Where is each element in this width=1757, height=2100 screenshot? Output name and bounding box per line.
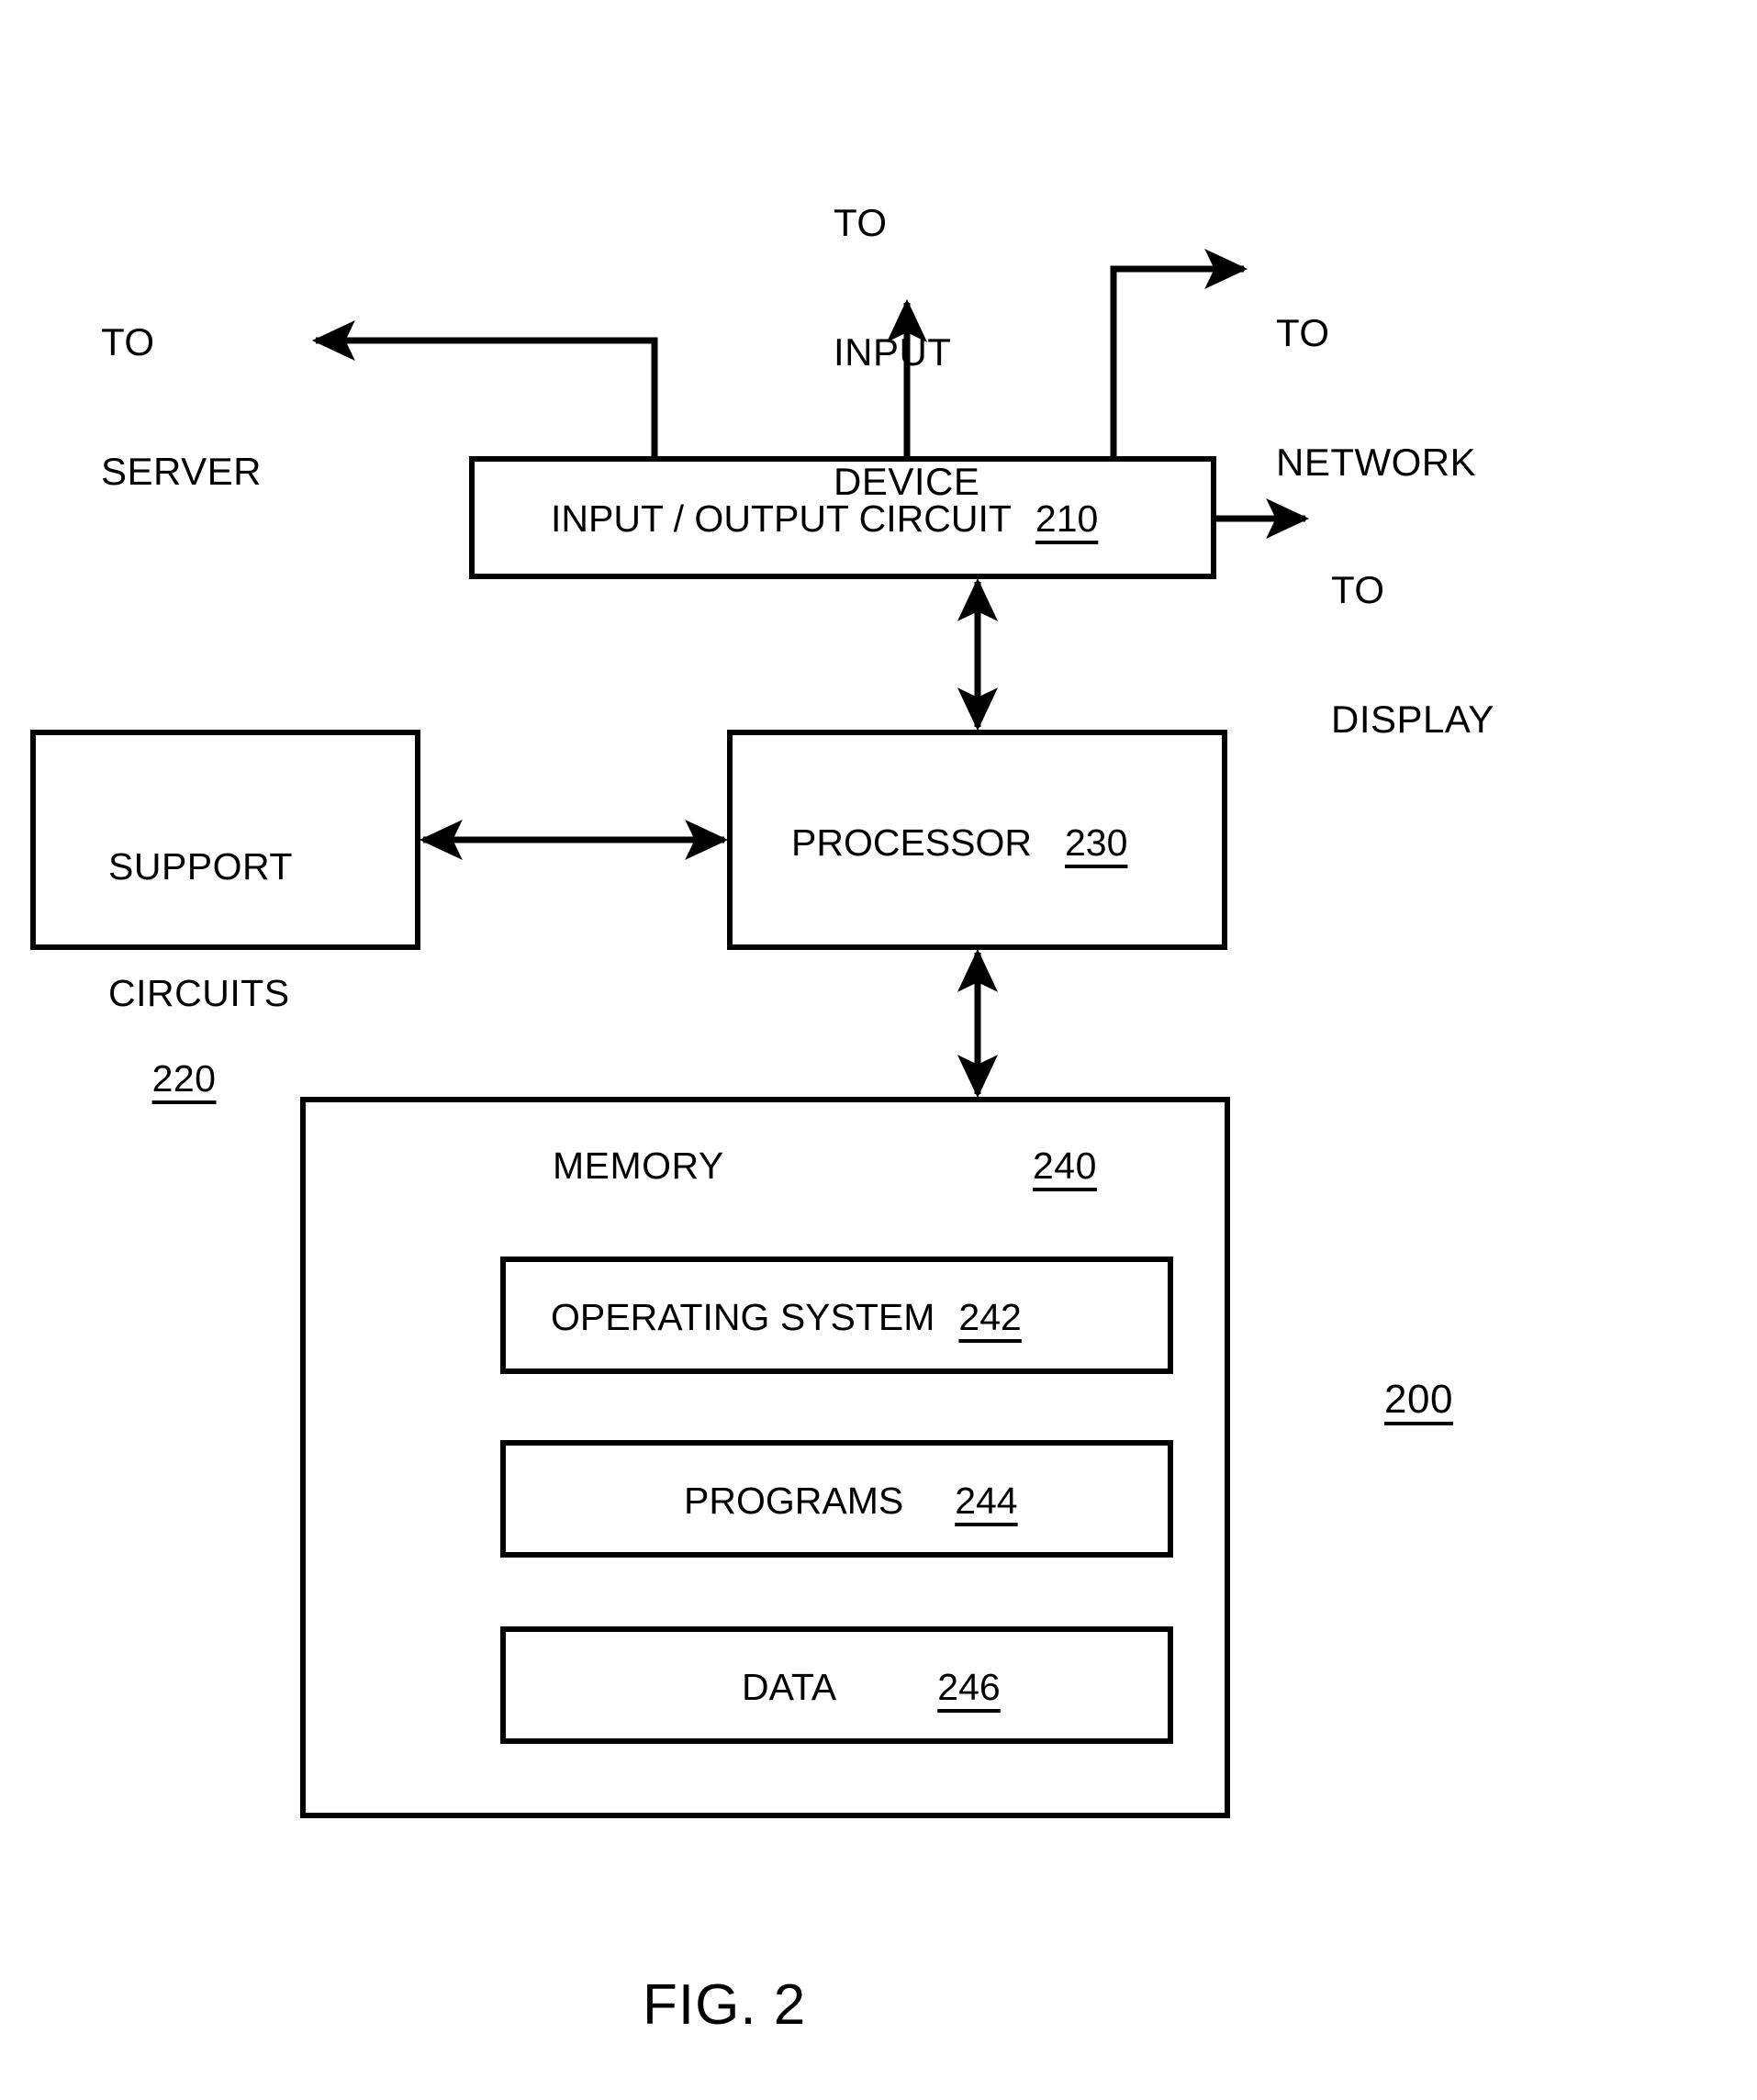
processor-label: PROCESSOR xyxy=(791,821,1032,864)
processor-label-row: PROCESSOR 230 xyxy=(791,821,1127,865)
data-ref: 246 xyxy=(937,1666,1001,1708)
memory-ref: 240 xyxy=(1033,1145,1097,1187)
support-circuits-label-line-1: SUPPORT xyxy=(108,844,293,888)
io-circuit-ref: 210 xyxy=(1035,497,1099,540)
operating-system-ref: 242 xyxy=(958,1296,1022,1338)
callout-to-server-line-1: TO xyxy=(101,320,155,364)
support-circuits-label-block: SUPPORT CIRCUITS 220 xyxy=(108,762,293,1143)
system-reference-numeral: 200 xyxy=(1384,1377,1453,1422)
programs-label-row: PROGRAMS 244 xyxy=(684,1480,1018,1523)
figure-page: TO SERVER TO INPUT DEVICE TO NETWORK TO … xyxy=(0,0,1757,2100)
support-circuits-label-line-2: CIRCUITS xyxy=(108,971,290,1014)
programs-label: PROGRAMS xyxy=(684,1480,904,1522)
callout-to-display-line-1: TO xyxy=(1331,568,1385,612)
connector-io-to-server xyxy=(311,319,658,459)
programs-ref: 244 xyxy=(955,1480,1018,1522)
callout-to-network-line-2: NETWORK xyxy=(1276,441,1477,485)
callout-to-input-device-line-1: TO xyxy=(834,201,888,245)
operating-system-label-row: OPERATING SYSTEM 242 xyxy=(551,1296,1022,1339)
callout-to-network-line-1: TO xyxy=(1276,311,1330,355)
processor-ref: 230 xyxy=(1065,821,1128,864)
callout-to-server: TO SERVER xyxy=(101,234,262,579)
data-label: DATA xyxy=(742,1666,837,1708)
support-circuits-ref: 220 xyxy=(151,1057,217,1100)
callout-to-input-device-line-2: INPUT xyxy=(834,330,952,374)
io-circuit-label-row: INPUT / OUTPUT CIRCUIT 210 xyxy=(551,497,1098,541)
figure-caption: FIG. 2 xyxy=(643,1973,807,2037)
operating-system-label: OPERATING SYSTEM xyxy=(551,1296,935,1338)
data-label-row: DATA 246 xyxy=(742,1666,1001,1709)
callout-to-display-line-2: DISPLAY xyxy=(1331,698,1494,742)
io-circuit-label: INPUT / OUTPUT CIRCUIT xyxy=(551,497,1012,540)
connector-io-to-network xyxy=(1110,248,1248,459)
memory-label: MEMORY xyxy=(553,1145,724,1187)
callout-to-display: TO DISPLAY xyxy=(1331,482,1494,827)
callout-to-server-line-2: SERVER xyxy=(101,450,262,494)
